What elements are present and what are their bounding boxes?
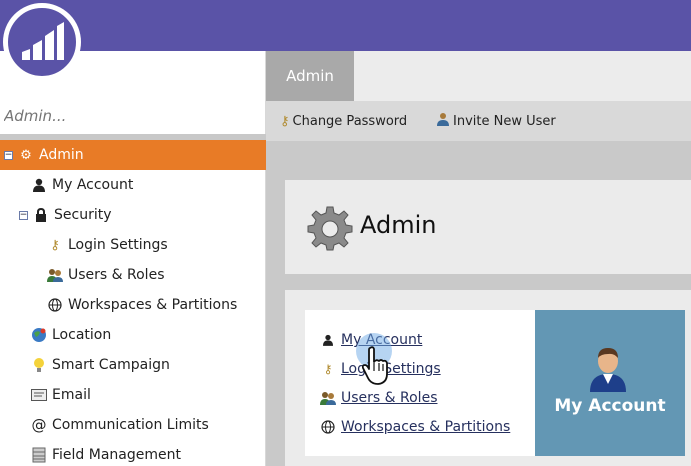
tree-item-label: My Account (52, 177, 134, 193)
page-title: Admin (360, 211, 437, 239)
tree-item-email[interactable]: Email (30, 380, 91, 410)
tree-item-my-account[interactable]: My Account (30, 170, 133, 200)
add-user-icon (436, 112, 450, 130)
collapse-icon[interactable]: − (19, 210, 28, 220)
key-icon: ⚷ (50, 237, 60, 253)
globe-icon (320, 420, 336, 434)
tree-item-label: Location (52, 327, 112, 343)
tree-item-label: Field Management (52, 447, 181, 463)
invite-new-user-label: Invite New User (453, 113, 556, 129)
marketo-logo[interactable] (3, 3, 81, 81)
globe-icon (46, 296, 64, 314)
tab-admin[interactable]: Admin (266, 51, 354, 101)
tree-item-label: Users & Roles (68, 267, 165, 283)
user-icon (320, 334, 336, 346)
users-icon (46, 266, 64, 284)
tree-item-label: Email (52, 387, 91, 403)
key-icon: ⚷ (280, 113, 290, 129)
database-icon (30, 446, 48, 464)
tree-item-label: Security (54, 207, 112, 223)
tree-item-label: Workspaces & Partitions (68, 297, 238, 313)
lock-icon (32, 206, 50, 224)
tree-item-workspaces[interactable]: Workspaces & Partitions (46, 290, 237, 320)
search-input[interactable] (4, 104, 254, 128)
key-icon: ⚷ (323, 362, 333, 376)
top-bar (0, 0, 691, 51)
tree-item-admin[interactable]: − ⚙ Admin (0, 140, 266, 170)
link-label[interactable]: Users & Roles (341, 390, 437, 406)
tile-label: My Account (554, 396, 666, 416)
tree-item-field-management[interactable]: Field Management (30, 440, 181, 466)
tree-item-label: Login Settings (68, 237, 168, 253)
change-password-label: Change Password (292, 113, 408, 129)
link-label[interactable]: Workspaces & Partitions (341, 419, 510, 435)
tree-item-smart-campaign[interactable]: Smart Campaign (30, 350, 170, 380)
tree-item-communication-limits[interactable]: @ Communication Limits (30, 410, 209, 440)
tree-item-login-settings[interactable]: ⚷ Login Settings (46, 230, 168, 260)
tree-item-label: Communication Limits (52, 417, 209, 433)
change-password-button[interactable]: ⚷ Change Password (280, 101, 407, 141)
tree-item-users-roles[interactable]: Users & Roles (46, 260, 164, 290)
link-label[interactable]: Login Settings (341, 361, 441, 377)
gear-icon: ⚙ (20, 147, 32, 163)
location-globe-icon (30, 326, 48, 344)
tree-item-label: Admin (39, 147, 84, 163)
users-icon (320, 391, 336, 405)
tree-item-security[interactable]: − Security (19, 200, 112, 230)
collapse-icon[interactable]: − (4, 150, 13, 160)
tree-item-location[interactable]: Location (30, 320, 111, 350)
email-icon (30, 386, 48, 404)
user-avatar-icon (588, 346, 628, 397)
user-icon (30, 176, 48, 194)
invite-new-user-button[interactable]: Invite New User (436, 101, 556, 141)
link-users-roles[interactable]: Users & Roles (320, 388, 437, 408)
lightbulb-icon (30, 356, 48, 374)
hand-cursor-icon (361, 346, 390, 391)
link-workspaces-partitions[interactable]: Workspaces & Partitions (320, 417, 510, 437)
at-icon: @ (31, 416, 47, 434)
gear-icon (307, 205, 353, 256)
logo-bars-icon (22, 22, 64, 60)
tree-item-label: Smart Campaign (52, 357, 170, 373)
